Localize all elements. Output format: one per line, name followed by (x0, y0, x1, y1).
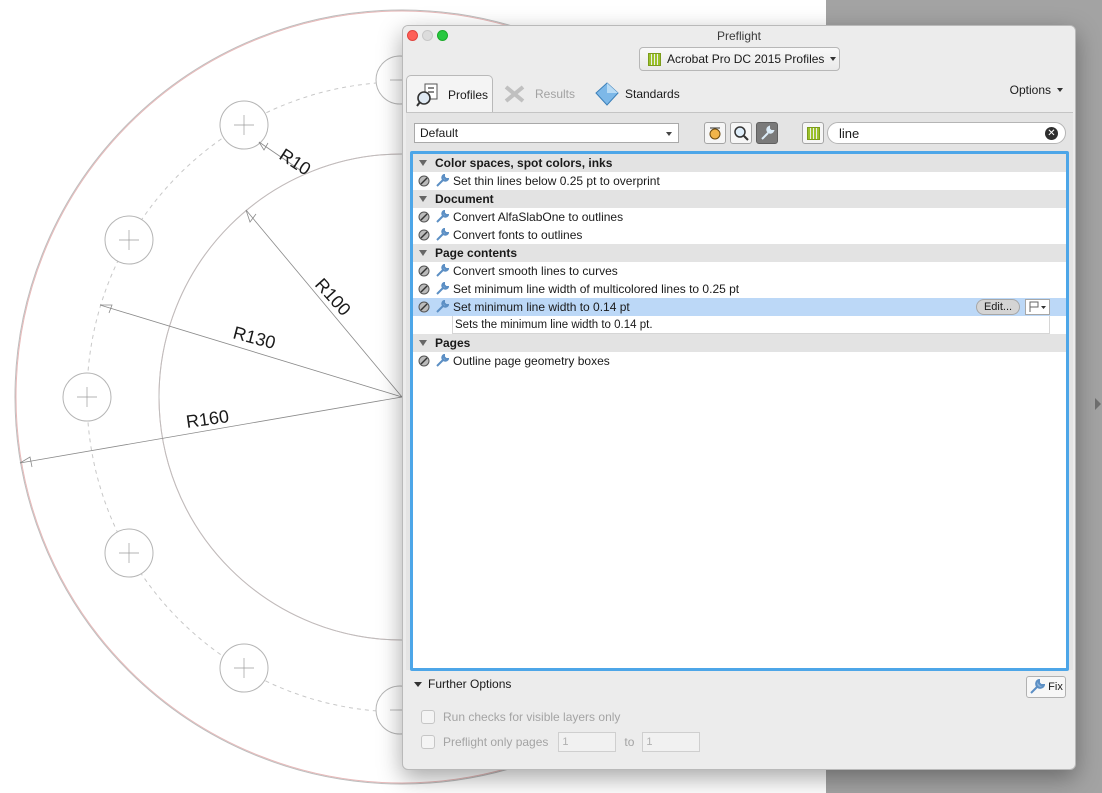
category-name: Document (435, 192, 494, 206)
wrench-icon (435, 354, 449, 368)
wrench-icon (761, 125, 775, 140)
profiles-magnifier-icon (416, 83, 442, 107)
profile-library-selector[interactable]: Acrobat Pro DC 2015 Profiles (639, 47, 840, 71)
disclosure-triangle-icon (419, 160, 427, 166)
disclosure-triangle-icon (419, 340, 427, 346)
chevron-down-icon (830, 57, 837, 61)
fix-button[interactable]: Fix (1026, 676, 1066, 698)
wrench-icon (435, 174, 449, 188)
further-options-toggle[interactable]: Further Options (414, 677, 511, 691)
list-item[interactable]: Outline page geometry boxes (413, 352, 1066, 370)
results-wrench-icon (503, 83, 529, 105)
further-options-label: Further Options (428, 677, 512, 691)
profile-group-dropdown[interactable]: Default (414, 123, 679, 143)
fixup-label: Convert fonts to outlines (453, 228, 583, 242)
list-item[interactable]: Set minimum line width of multicolored l… (413, 280, 1066, 298)
fixups-list: Color spaces, spot colors, inks Set thin… (410, 151, 1069, 671)
fixup-label: Convert smooth lines to curves (453, 264, 618, 278)
fixup-status-icon (417, 282, 431, 296)
flag-icon (1029, 301, 1046, 312)
list-item[interactable]: Convert AlfaSlabOne to outlines (413, 208, 1066, 226)
title-bar: Preflight (403, 26, 1075, 46)
pages-only-option: Preflight only pages 1 to 1 (421, 732, 701, 752)
wrench-icon (435, 282, 449, 296)
tab-profiles-label: Profiles (448, 87, 489, 102)
wrench-icon (435, 210, 449, 224)
options-menu[interactable]: Options (1010, 83, 1063, 97)
fixup-status-icon (417, 228, 431, 242)
options-label: Options (1009, 83, 1051, 97)
preflight-window: Preflight Acrobat Pro DC 2015 Profiles P… (402, 25, 1076, 770)
category-name: Color spaces, spot colors, inks (435, 156, 613, 170)
flag-menu-button[interactable] (1025, 299, 1050, 315)
fixup-label: Set minimum line width to 0.14 pt (453, 300, 630, 314)
pages-only-label: Preflight only pages (443, 735, 549, 749)
fixup-status-icon (417, 264, 431, 278)
to-page-input[interactable]: 1 (642, 732, 701, 752)
selected-list-item[interactable]: Set minimum line width to 0.14 pt Edit..… (413, 298, 1066, 316)
standards-diamond-icon (595, 82, 619, 106)
show-checks-filter-button[interactable] (704, 122, 726, 144)
fixup-status-icon (417, 174, 431, 188)
pane-expand-arrow-icon[interactable] (1095, 398, 1101, 410)
show-profiles-filter-button[interactable] (730, 122, 752, 144)
tab-profiles[interactable]: Profiles (406, 75, 493, 113)
edit-button[interactable]: Edit... (976, 299, 1020, 315)
library-icon (806, 126, 820, 140)
pages-only-checkbox[interactable] (421, 735, 435, 749)
dimension-label-r100: R100 (311, 274, 355, 319)
magnifier-icon (734, 126, 749, 141)
show-fixups-filter-button[interactable] (756, 122, 778, 144)
fixup-label: Convert AlfaSlabOne to outlines (453, 210, 624, 224)
fixup-label: Outline page geometry boxes (453, 354, 610, 368)
wrench-icon (435, 300, 449, 314)
dimension-label-r130: R130 (231, 323, 278, 353)
wrench-icon (435, 264, 449, 278)
chevron-down-icon (666, 132, 672, 136)
list-item[interactable]: Convert fonts to outlines (413, 226, 1066, 244)
dimension-label-r10: R10 (276, 145, 315, 180)
tab-standards-label: Standards (625, 87, 680, 101)
fixup-label: Set minimum line width of multicolored l… (453, 282, 740, 296)
tab-results[interactable]: Results (503, 76, 575, 112)
library-icon (648, 52, 661, 66)
fix-label: Fix (1048, 681, 1063, 693)
chevron-down-icon (1057, 88, 1063, 92)
category-header[interactable]: Color spaces, spot colors, inks (413, 154, 1066, 172)
search-input[interactable]: line ✕ (827, 122, 1066, 144)
fixup-status-icon (417, 300, 431, 314)
tab-results-label: Results (535, 87, 576, 101)
fixup-label: Set thin lines below 0.25 pt to overprin… (453, 174, 660, 188)
visible-layers-label: Run checks for visible layers only (443, 710, 621, 724)
list-item[interactable]: Set thin lines below 0.25 pt to overprin… (413, 172, 1066, 190)
fixup-status-icon (417, 210, 431, 224)
fixup-description: Sets the minimum line width to 0.14 pt. (452, 316, 1050, 334)
disclosure-triangle-icon (419, 250, 427, 256)
disclosure-triangle-icon (414, 681, 422, 687)
checks-filter-icon (709, 127, 721, 140)
profile-library-label: Acrobat Pro DC 2015 Profiles (667, 52, 825, 66)
wrench-icon (435, 228, 449, 242)
clear-search-icon[interactable]: ✕ (1045, 127, 1058, 140)
to-label: to (624, 735, 635, 749)
disclosure-triangle-icon (419, 196, 427, 202)
tab-standards[interactable]: Standards (595, 76, 680, 112)
list-item[interactable]: Convert smooth lines to curves (413, 262, 1066, 280)
visible-layers-option: Run checks for visible layers only (421, 710, 620, 724)
category-header[interactable]: Page contents (413, 244, 1066, 262)
profiles-panel: Default line ✕ Color spaces, spot colors… (406, 112, 1073, 671)
wrench-icon (1030, 679, 1046, 694)
fixup-status-icon (417, 354, 431, 368)
category-header[interactable]: Document (413, 190, 1066, 208)
window-title: Preflight (716, 29, 762, 43)
search-value: line (839, 125, 860, 141)
category-name: Pages (435, 336, 471, 350)
from-page-input[interactable]: 1 (558, 732, 617, 752)
category-name: Page contents (435, 246, 518, 260)
library-filter-button[interactable] (802, 122, 824, 144)
profile-group-value: Default (420, 126, 459, 140)
category-header[interactable]: Pages (413, 334, 1066, 352)
visible-layers-checkbox[interactable] (421, 710, 435, 724)
